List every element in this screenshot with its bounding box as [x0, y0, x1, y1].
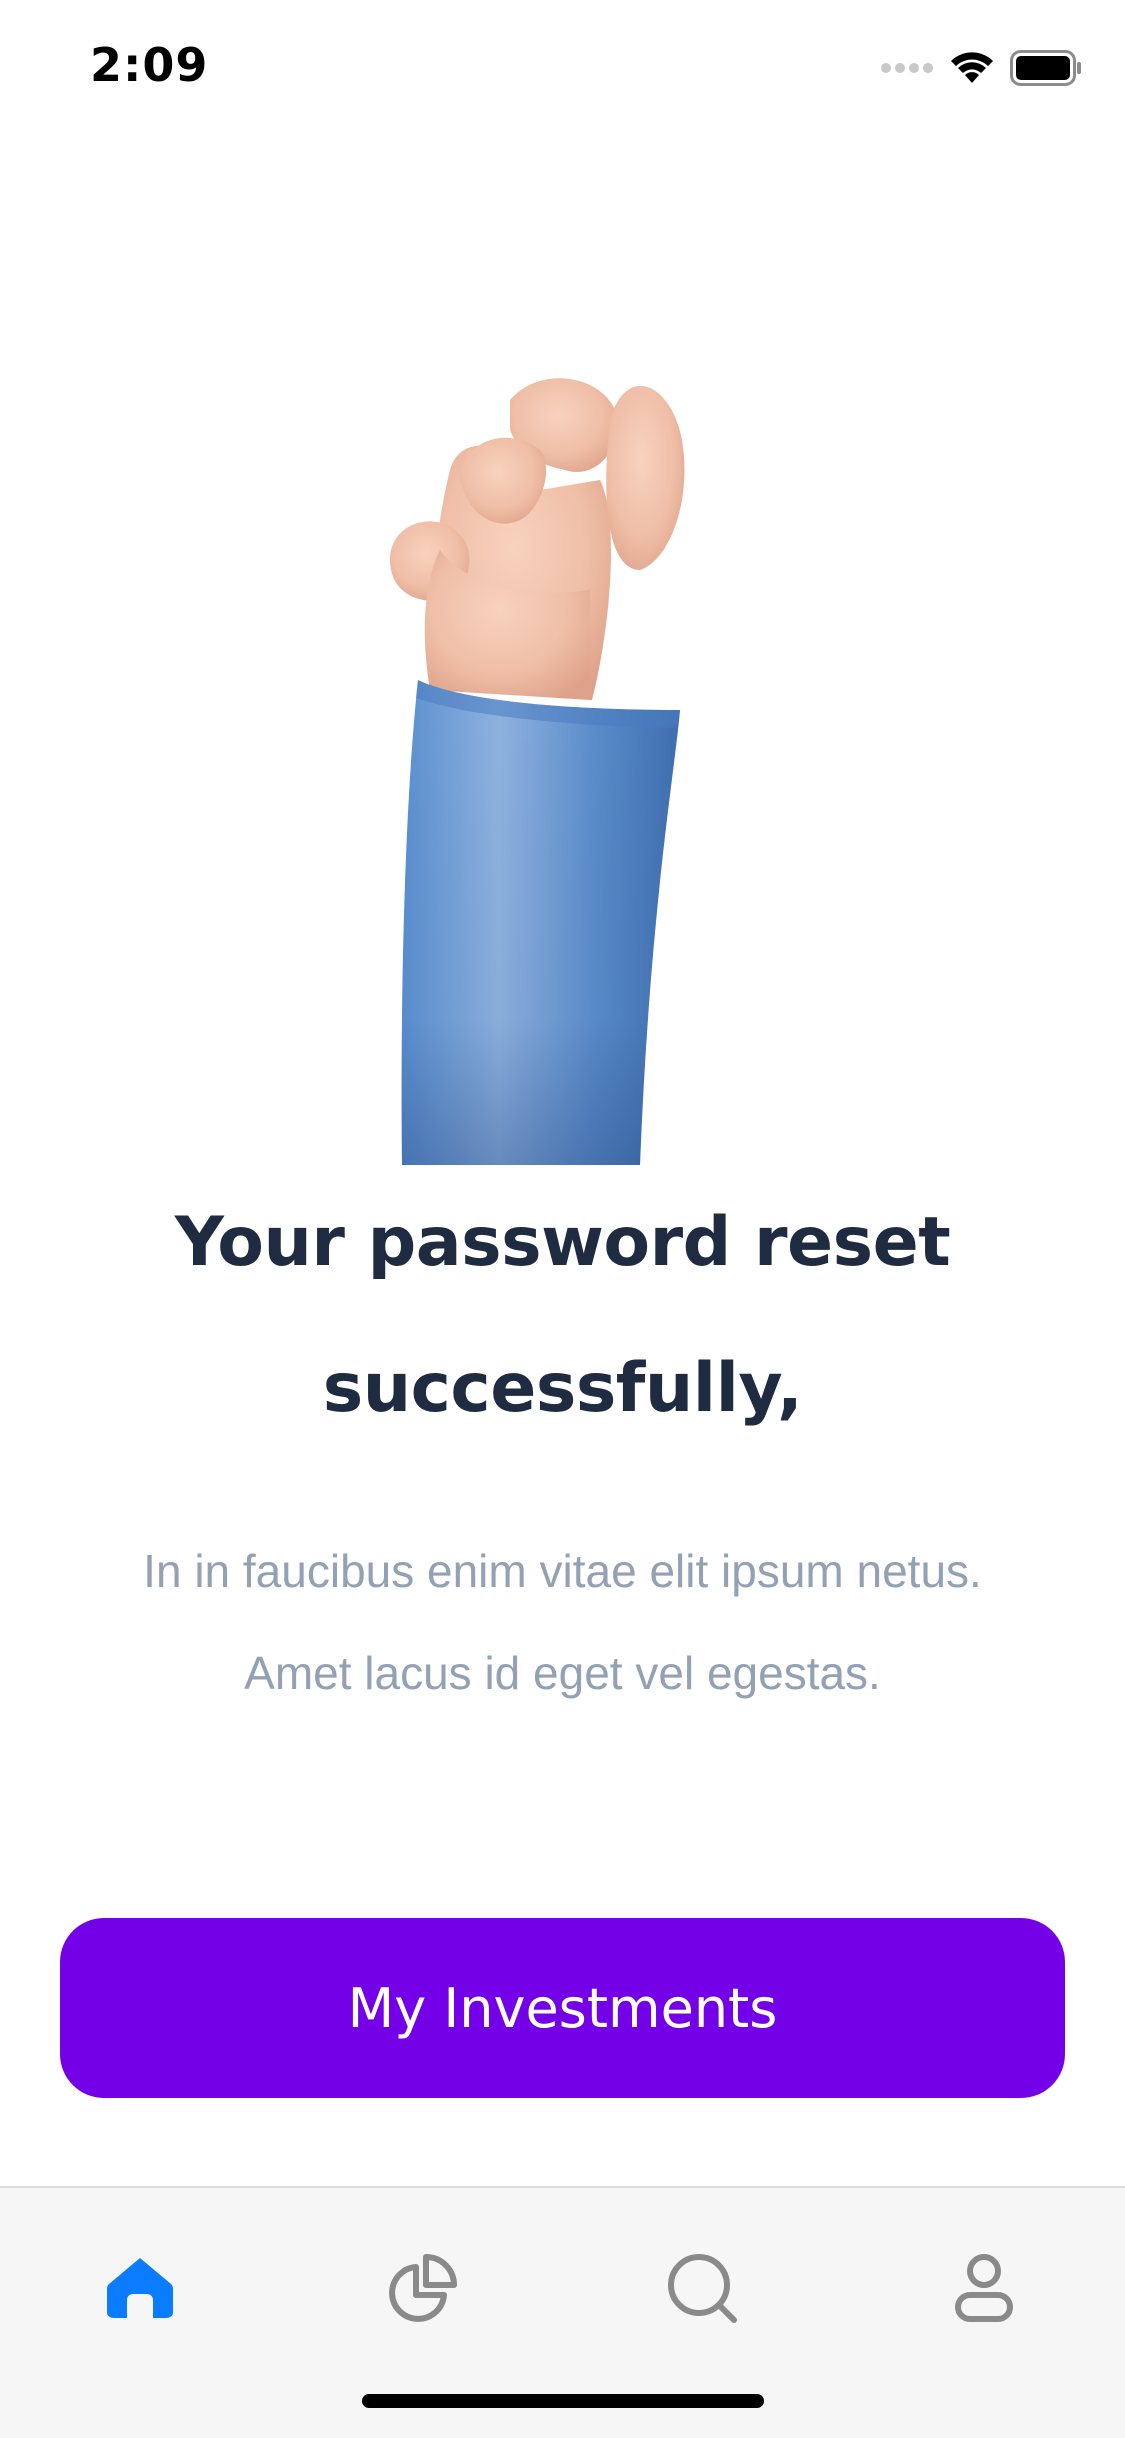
page-subtitle: In in faucibus enim vitae elit ipsum net…	[60, 1520, 1065, 1724]
home-indicator	[362, 2394, 764, 2408]
status-icons	[880, 50, 1082, 86]
title-line-1: Your password reset	[174, 1203, 951, 1282]
status-bar: 2:09	[0, 0, 1125, 140]
status-time: 2:09	[90, 38, 209, 92]
hand-illustration	[390, 378, 685, 1165]
signal-icon	[881, 63, 933, 73]
pie-chart-icon	[389, 2254, 457, 2322]
battery-icon	[1010, 50, 1081, 86]
subtitle-line-1: In in faucibus enim vitae elit ipsum net…	[143, 1545, 982, 1597]
home-icon	[107, 2258, 173, 2318]
wifi-icon	[951, 52, 993, 83]
tab-portfolio[interactable]	[382, 2248, 462, 2328]
subtitle-line-2: Amet lacus id eget vel egestas.	[244, 1647, 881, 1699]
tab-profile[interactable]	[944, 2248, 1024, 2328]
tab-home[interactable]	[100, 2248, 180, 2328]
profile-icon	[955, 2254, 1013, 2322]
my-investments-button[interactable]: My Investments	[60, 1918, 1065, 2098]
page-title: Your password reset successfully,	[0, 1170, 1125, 1462]
tab-search[interactable]	[662, 2248, 742, 2328]
search-icon	[668, 2254, 737, 2323]
title-line-2: successfully,	[322, 1349, 803, 1428]
